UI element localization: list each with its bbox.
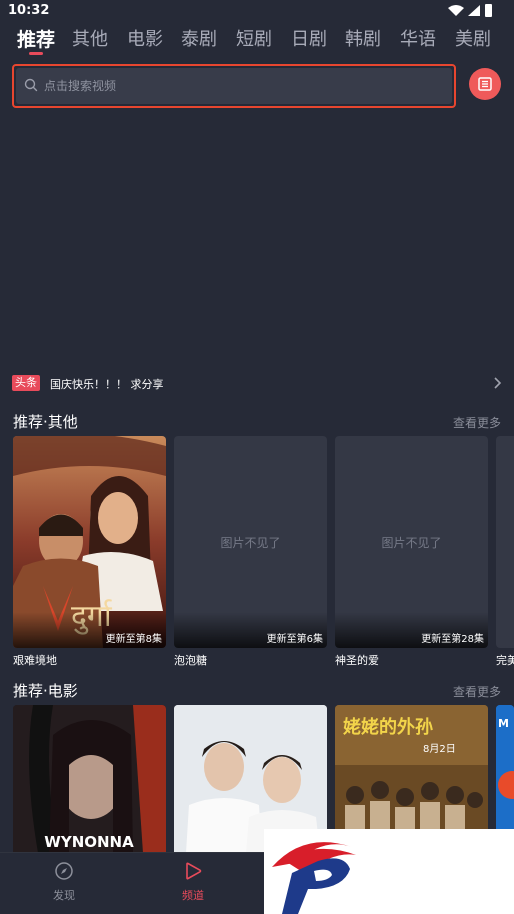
- section-title-other: 推荐·其他: [13, 413, 78, 431]
- news-ticker[interactable]: 头条 国庆快乐！！！ 求分享: [12, 374, 502, 394]
- news-text: 国庆快乐！！！ 求分享: [50, 378, 164, 391]
- video-card[interactable]: 完美: [496, 436, 514, 668]
- tab-other[interactable]: 其他: [72, 25, 108, 51]
- nav-channel[interactable]: 频道: [163, 861, 223, 903]
- search-bar[interactable]: [12, 64, 456, 108]
- tab-japanese-drama[interactable]: 日剧: [291, 25, 327, 51]
- tab-recommend[interactable]: 推荐: [17, 25, 55, 52]
- poster-date-text: 8月2日: [423, 743, 456, 755]
- signal-icon: [468, 5, 480, 16]
- tab-short-drama[interactable]: 短剧: [236, 25, 272, 51]
- image-missing-text: 图片不见了: [220, 536, 281, 550]
- menu-button[interactable]: [469, 68, 501, 100]
- tab-movie[interactable]: 电影: [127, 25, 163, 51]
- video-title: 神圣的爱: [335, 654, 379, 667]
- news-badge: 头条: [12, 375, 40, 391]
- logo-overlay: [264, 829, 514, 914]
- chevron-right-icon: [494, 377, 502, 389]
- active-tab-indicator: [29, 52, 43, 55]
- video-card[interactable]: 图片不见了 更新至第6集 泡泡糖: [174, 436, 327, 668]
- play-icon: [186, 862, 202, 880]
- nav-discover[interactable]: 发现: [34, 861, 94, 903]
- tab-chinese[interactable]: 华语: [400, 25, 436, 51]
- video-title: 艰难境地: [13, 654, 57, 667]
- nav-discover-label: 发现: [53, 889, 75, 902]
- tab-american-drama[interactable]: 美剧: [455, 25, 491, 51]
- poster-title-text: M: [498, 717, 509, 730]
- tab-korean-drama[interactable]: 韩剧: [345, 25, 381, 51]
- video-card[interactable]: दुर्गा 更新至第8集 艰难境地: [13, 436, 166, 668]
- list-icon: [478, 77, 492, 91]
- category-tabs: 推荐 其他 电影 泰剧 短剧 日剧 韩剧 华语 美剧: [0, 22, 514, 54]
- poster-title-text: WYNONNA: [44, 833, 134, 851]
- video-title: 泡泡糖: [174, 654, 207, 667]
- tab-thai-drama[interactable]: 泰剧: [181, 25, 217, 51]
- update-badge: 更新至第28集: [421, 634, 484, 645]
- status-time: 10:32: [8, 3, 50, 18]
- wifi-icon: [448, 5, 464, 16]
- battery-icon: [485, 4, 492, 17]
- poster-title-text: 姥姥的外孙: [343, 716, 433, 738]
- view-more-movie[interactable]: 查看更多: [453, 683, 501, 700]
- video-poster: 图片不见了 更新至第6集: [174, 436, 327, 648]
- video-poster: दुर्गा 更新至第8集: [13, 436, 166, 648]
- status-icons: [448, 4, 492, 17]
- nav-channel-label: 频道: [182, 889, 204, 902]
- video-title: 完美: [496, 654, 514, 667]
- view-more-other[interactable]: 查看更多: [453, 414, 501, 431]
- video-card[interactable]: 图片不见了 更新至第28集 神圣的爱: [335, 436, 488, 668]
- status-bar: 10:32: [0, 0, 514, 22]
- update-badge: 更新至第6集: [266, 634, 323, 645]
- compass-icon: [55, 862, 73, 880]
- search-input[interactable]: [44, 73, 424, 99]
- image-missing-text: 图片不见了: [381, 536, 442, 550]
- update-badge: 更新至第8集: [105, 634, 162, 645]
- logo-icon: [272, 842, 356, 914]
- section-title-movie: 推荐·电影: [13, 682, 78, 700]
- poster-art: WYNONNA: [13, 705, 166, 853]
- video-poster: 图片不见了 更新至第28集: [335, 436, 488, 648]
- video-poster[interactable]: WYNONNA: [13, 705, 166, 853]
- search-icon: [24, 78, 38, 92]
- video-poster: [496, 436, 514, 648]
